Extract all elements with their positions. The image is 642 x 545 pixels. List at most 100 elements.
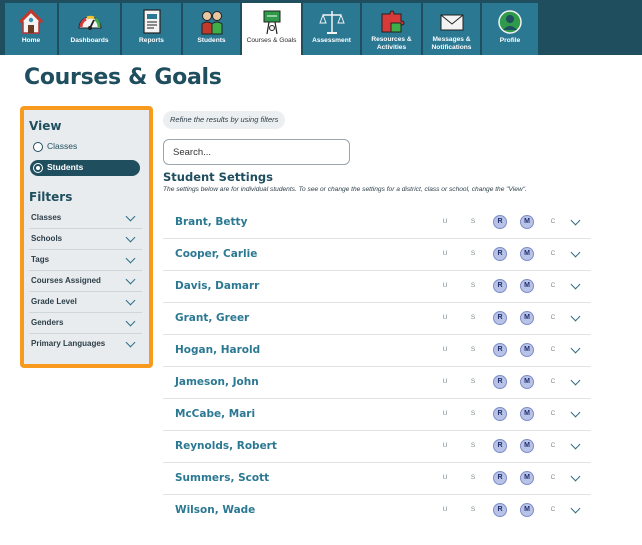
level-m-badge[interactable]: M	[520, 343, 534, 357]
chevron-down-icon[interactable]	[570, 503, 581, 514]
level-m-badge[interactable]: M	[520, 439, 534, 453]
view-filters-panel: View Classes Students Filters Classes Sc…	[24, 110, 149, 364]
level-c-indicator[interactable]: C	[548, 346, 558, 353]
view-option-students[interactable]: Students	[30, 160, 140, 176]
level-c-indicator[interactable]: C	[548, 506, 558, 513]
level-r-badge[interactable]: R	[493, 247, 507, 261]
level-m-badge[interactable]: M	[520, 407, 534, 421]
level-c-indicator[interactable]: C	[548, 474, 558, 481]
nav-home[interactable]: Home	[5, 3, 58, 55]
student-name-link[interactable]: Reynolds, Robert	[175, 440, 277, 452]
level-u-indicator[interactable]: U	[440, 250, 450, 257]
view-heading: View	[29, 119, 62, 133]
page-title: Courses & Goals	[24, 65, 222, 90]
level-s-indicator[interactable]: S	[468, 442, 478, 449]
nav-profile-label: Profile	[499, 37, 521, 44]
filter-classes[interactable]: Classes	[29, 208, 142, 229]
chevron-down-icon[interactable]	[570, 343, 581, 354]
filter-tags[interactable]: Tags	[29, 250, 142, 271]
student-name-link[interactable]: Brant, Betty	[175, 216, 247, 228]
student-name-link[interactable]: Cooper, Carlie	[175, 248, 257, 260]
level-m-badge[interactable]: M	[520, 471, 534, 485]
level-s-indicator[interactable]: S	[468, 474, 478, 481]
student-name-link[interactable]: Hogan, Harold	[175, 344, 260, 356]
level-c-indicator[interactable]: C	[548, 442, 558, 449]
level-m-badge[interactable]: M	[520, 247, 534, 261]
level-u-indicator[interactable]: U	[440, 378, 450, 385]
level-r-badge[interactable]: R	[493, 407, 507, 421]
level-s-indicator[interactable]: S	[468, 506, 478, 513]
level-r-badge[interactable]: R	[493, 375, 507, 389]
level-s-indicator[interactable]: S	[468, 250, 478, 257]
filter-grade-level[interactable]: Grade Level	[29, 292, 142, 313]
level-c-indicator[interactable]: C	[548, 378, 558, 385]
nav-assessment[interactable]: Assessment	[303, 3, 361, 55]
level-u-indicator[interactable]: U	[440, 442, 450, 449]
level-s-indicator[interactable]: S	[468, 282, 478, 289]
level-m-badge[interactable]: M	[520, 215, 534, 229]
level-u-indicator[interactable]: U	[440, 410, 450, 417]
nav-profile[interactable]: Profile	[482, 3, 539, 55]
filter-genders[interactable]: Genders	[29, 313, 142, 334]
student-name-link[interactable]: Davis, Damarr	[175, 280, 259, 292]
nav-students[interactable]: Students	[183, 3, 241, 55]
chevron-down-icon[interactable]	[570, 311, 581, 322]
level-s-indicator[interactable]: S	[468, 314, 478, 321]
radio-button-icon	[33, 142, 43, 152]
level-c-indicator[interactable]: C	[548, 218, 558, 225]
level-r-badge[interactable]: R	[493, 471, 507, 485]
filter-schools[interactable]: Schools	[29, 229, 142, 250]
chevron-down-icon[interactable]	[570, 279, 581, 290]
chevron-down-icon[interactable]	[570, 215, 581, 226]
chevron-down-icon[interactable]	[570, 407, 581, 418]
chevron-down-icon[interactable]	[570, 375, 581, 386]
level-s-indicator[interactable]: S	[468, 346, 478, 353]
student-row: Summers, Scott U S R M C	[163, 463, 591, 495]
view-option-classes[interactable]: Classes	[30, 139, 140, 155]
nav-reports[interactable]: Reports	[122, 3, 182, 55]
level-u-indicator[interactable]: U	[440, 314, 450, 321]
chevron-down-icon	[125, 211, 136, 222]
level-s-indicator[interactable]: S	[468, 218, 478, 225]
student-name-link[interactable]: Wilson, Wade	[175, 504, 255, 516]
level-r-badge[interactable]: R	[493, 311, 507, 325]
level-m-badge[interactable]: M	[520, 375, 534, 389]
nav-resources-activities[interactable]: Resources & Activities	[362, 3, 422, 55]
search-input[interactable]	[163, 139, 350, 165]
level-c-indicator[interactable]: C	[548, 410, 558, 417]
nav-courses-goals[interactable]: Courses & Goals	[242, 3, 302, 55]
filter-primary-languages[interactable]: Primary Languages	[29, 334, 142, 355]
level-u-indicator[interactable]: U	[440, 282, 450, 289]
level-r-badge[interactable]: R	[493, 215, 507, 229]
level-u-indicator[interactable]: U	[440, 474, 450, 481]
student-name-link[interactable]: Summers, Scott	[175, 472, 269, 484]
level-r-badge[interactable]: R	[493, 439, 507, 453]
level-c-indicator[interactable]: C	[548, 282, 558, 289]
level-r-badge[interactable]: R	[493, 503, 507, 517]
level-c-indicator[interactable]: C	[548, 314, 558, 321]
student-name-link[interactable]: McCabe, Mari	[175, 408, 255, 420]
chevron-down-icon[interactable]	[570, 247, 581, 258]
level-u-indicator[interactable]: U	[440, 218, 450, 225]
chevron-down-icon[interactable]	[570, 439, 581, 450]
filter-courses-assigned[interactable]: Courses Assigned	[29, 271, 142, 292]
level-m-badge[interactable]: M	[520, 311, 534, 325]
chevron-down-icon	[125, 337, 136, 348]
student-name-link[interactable]: Jameson, John	[175, 376, 259, 388]
student-name-link[interactable]: Grant, Greer	[175, 312, 249, 324]
level-r-badge[interactable]: R	[493, 279, 507, 293]
nav-messages-notifications[interactable]: Messages & Notifications	[423, 3, 481, 55]
nav-dashboards[interactable]: Dashboards	[59, 3, 121, 55]
level-m-badge[interactable]: M	[520, 503, 534, 517]
section-description: The settings below are for individual st…	[163, 186, 527, 193]
level-r-badge[interactable]: R	[493, 343, 507, 357]
level-s-indicator[interactable]: S	[468, 378, 478, 385]
report-document-icon	[142, 9, 161, 34]
level-c-indicator[interactable]: C	[548, 250, 558, 257]
level-s-indicator[interactable]: S	[468, 410, 478, 417]
level-m-badge[interactable]: M	[520, 279, 534, 293]
chevron-down-icon[interactable]	[570, 471, 581, 482]
chevron-down-icon	[125, 274, 136, 285]
level-u-indicator[interactable]: U	[440, 346, 450, 353]
level-u-indicator[interactable]: U	[440, 506, 450, 513]
